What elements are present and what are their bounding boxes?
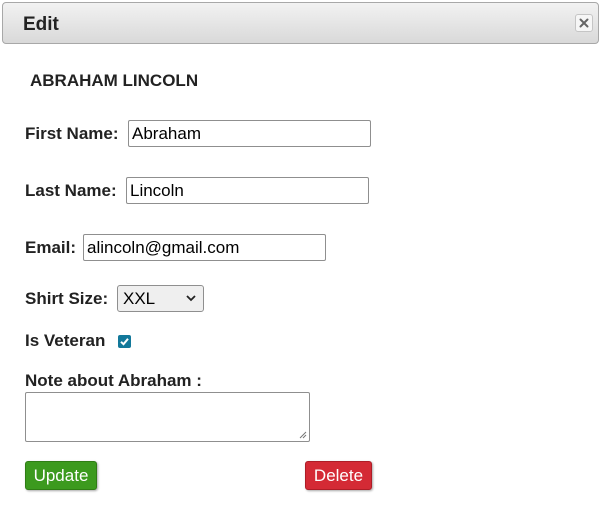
checkmark-icon (120, 338, 129, 346)
close-icon (579, 18, 589, 28)
shirt-size-select[interactable]: XXL (117, 285, 204, 312)
shirt-size-value: XXL (123, 288, 156, 308)
resize-grip-icon[interactable] (298, 430, 307, 439)
dialog-titlebar: Edit (2, 2, 599, 44)
last-name-label: Last Name: (25, 181, 117, 200)
last-name-input[interactable] (126, 177, 369, 204)
dialog-title: Edit (23, 14, 59, 35)
chevron-down-icon (186, 295, 196, 302)
note-textarea[interactable] (25, 392, 310, 442)
close-button[interactable] (575, 14, 593, 32)
update-button[interactable]: Update (25, 461, 97, 490)
note-label: Note about Abraham : (25, 371, 202, 390)
edit-dialog: Edit ABRAHAM LINCOLN First Name: Last Na… (0, 0, 602, 519)
veteran-checkbox[interactable] (118, 335, 131, 348)
first-name-input[interactable] (128, 120, 371, 147)
email-label: Email: (25, 238, 77, 257)
delete-button[interactable]: Delete (305, 461, 372, 490)
email-input[interactable] (83, 234, 326, 261)
first-name-label: First Name: (25, 124, 119, 143)
shirt-size-label: Shirt Size: (25, 289, 109, 308)
person-heading: ABRAHAM LINCOLN (30, 71, 199, 90)
veteran-label: Is Veteran (25, 331, 106, 350)
